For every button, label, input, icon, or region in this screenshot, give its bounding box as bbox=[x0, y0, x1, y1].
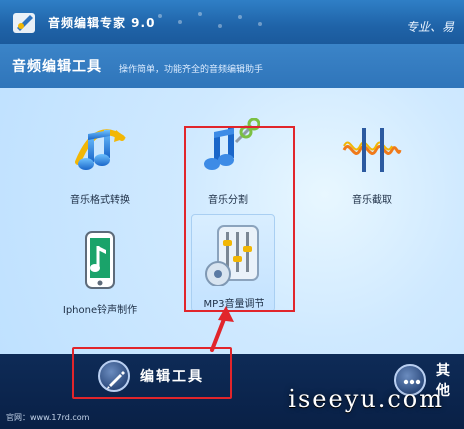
window-title: 音频编辑专家 9.0 bbox=[48, 16, 156, 30]
music-format-convert-icon bbox=[75, 129, 126, 170]
tool-label: 音乐截取 bbox=[352, 195, 392, 206]
app-logo-icon bbox=[13, 13, 35, 33]
header-subtitle: 操作简单，功能齐全的音频编辑助手 bbox=[119, 65, 264, 75]
title-decoration bbox=[158, 12, 262, 28]
website-text: 官网：www.17rd.com bbox=[6, 413, 90, 422]
tool-header: 音频编辑工具 操作简单，功能齐全的音频编辑助手 bbox=[0, 44, 464, 88]
header-title: 音频编辑工具 bbox=[12, 59, 102, 75]
pointer-arrow-icon bbox=[210, 306, 234, 352]
tool-music-format-convert[interactable]: 音乐格式转换 bbox=[40, 118, 160, 206]
window-slogan: 专业、易 bbox=[405, 20, 454, 34]
watermark-text: iseeyu.com bbox=[288, 385, 444, 413]
selected-tool-highlight bbox=[184, 126, 295, 312]
window-titlebar: 音频编辑专家 9.0 专业、易 bbox=[0, 0, 464, 44]
tool-label: 音乐格式转换 bbox=[70, 195, 130, 206]
bottom-selected-highlight bbox=[72, 347, 232, 399]
tool-music-trim[interactable]: 音乐截取 bbox=[312, 118, 432, 206]
tool-label: Iphone铃声制作 bbox=[62, 305, 138, 316]
iphone-ringtone-icon bbox=[85, 231, 115, 289]
music-trim-icon bbox=[342, 128, 402, 172]
tool-iphone-ringtone[interactable]: Iphone铃声制作 bbox=[40, 228, 160, 316]
